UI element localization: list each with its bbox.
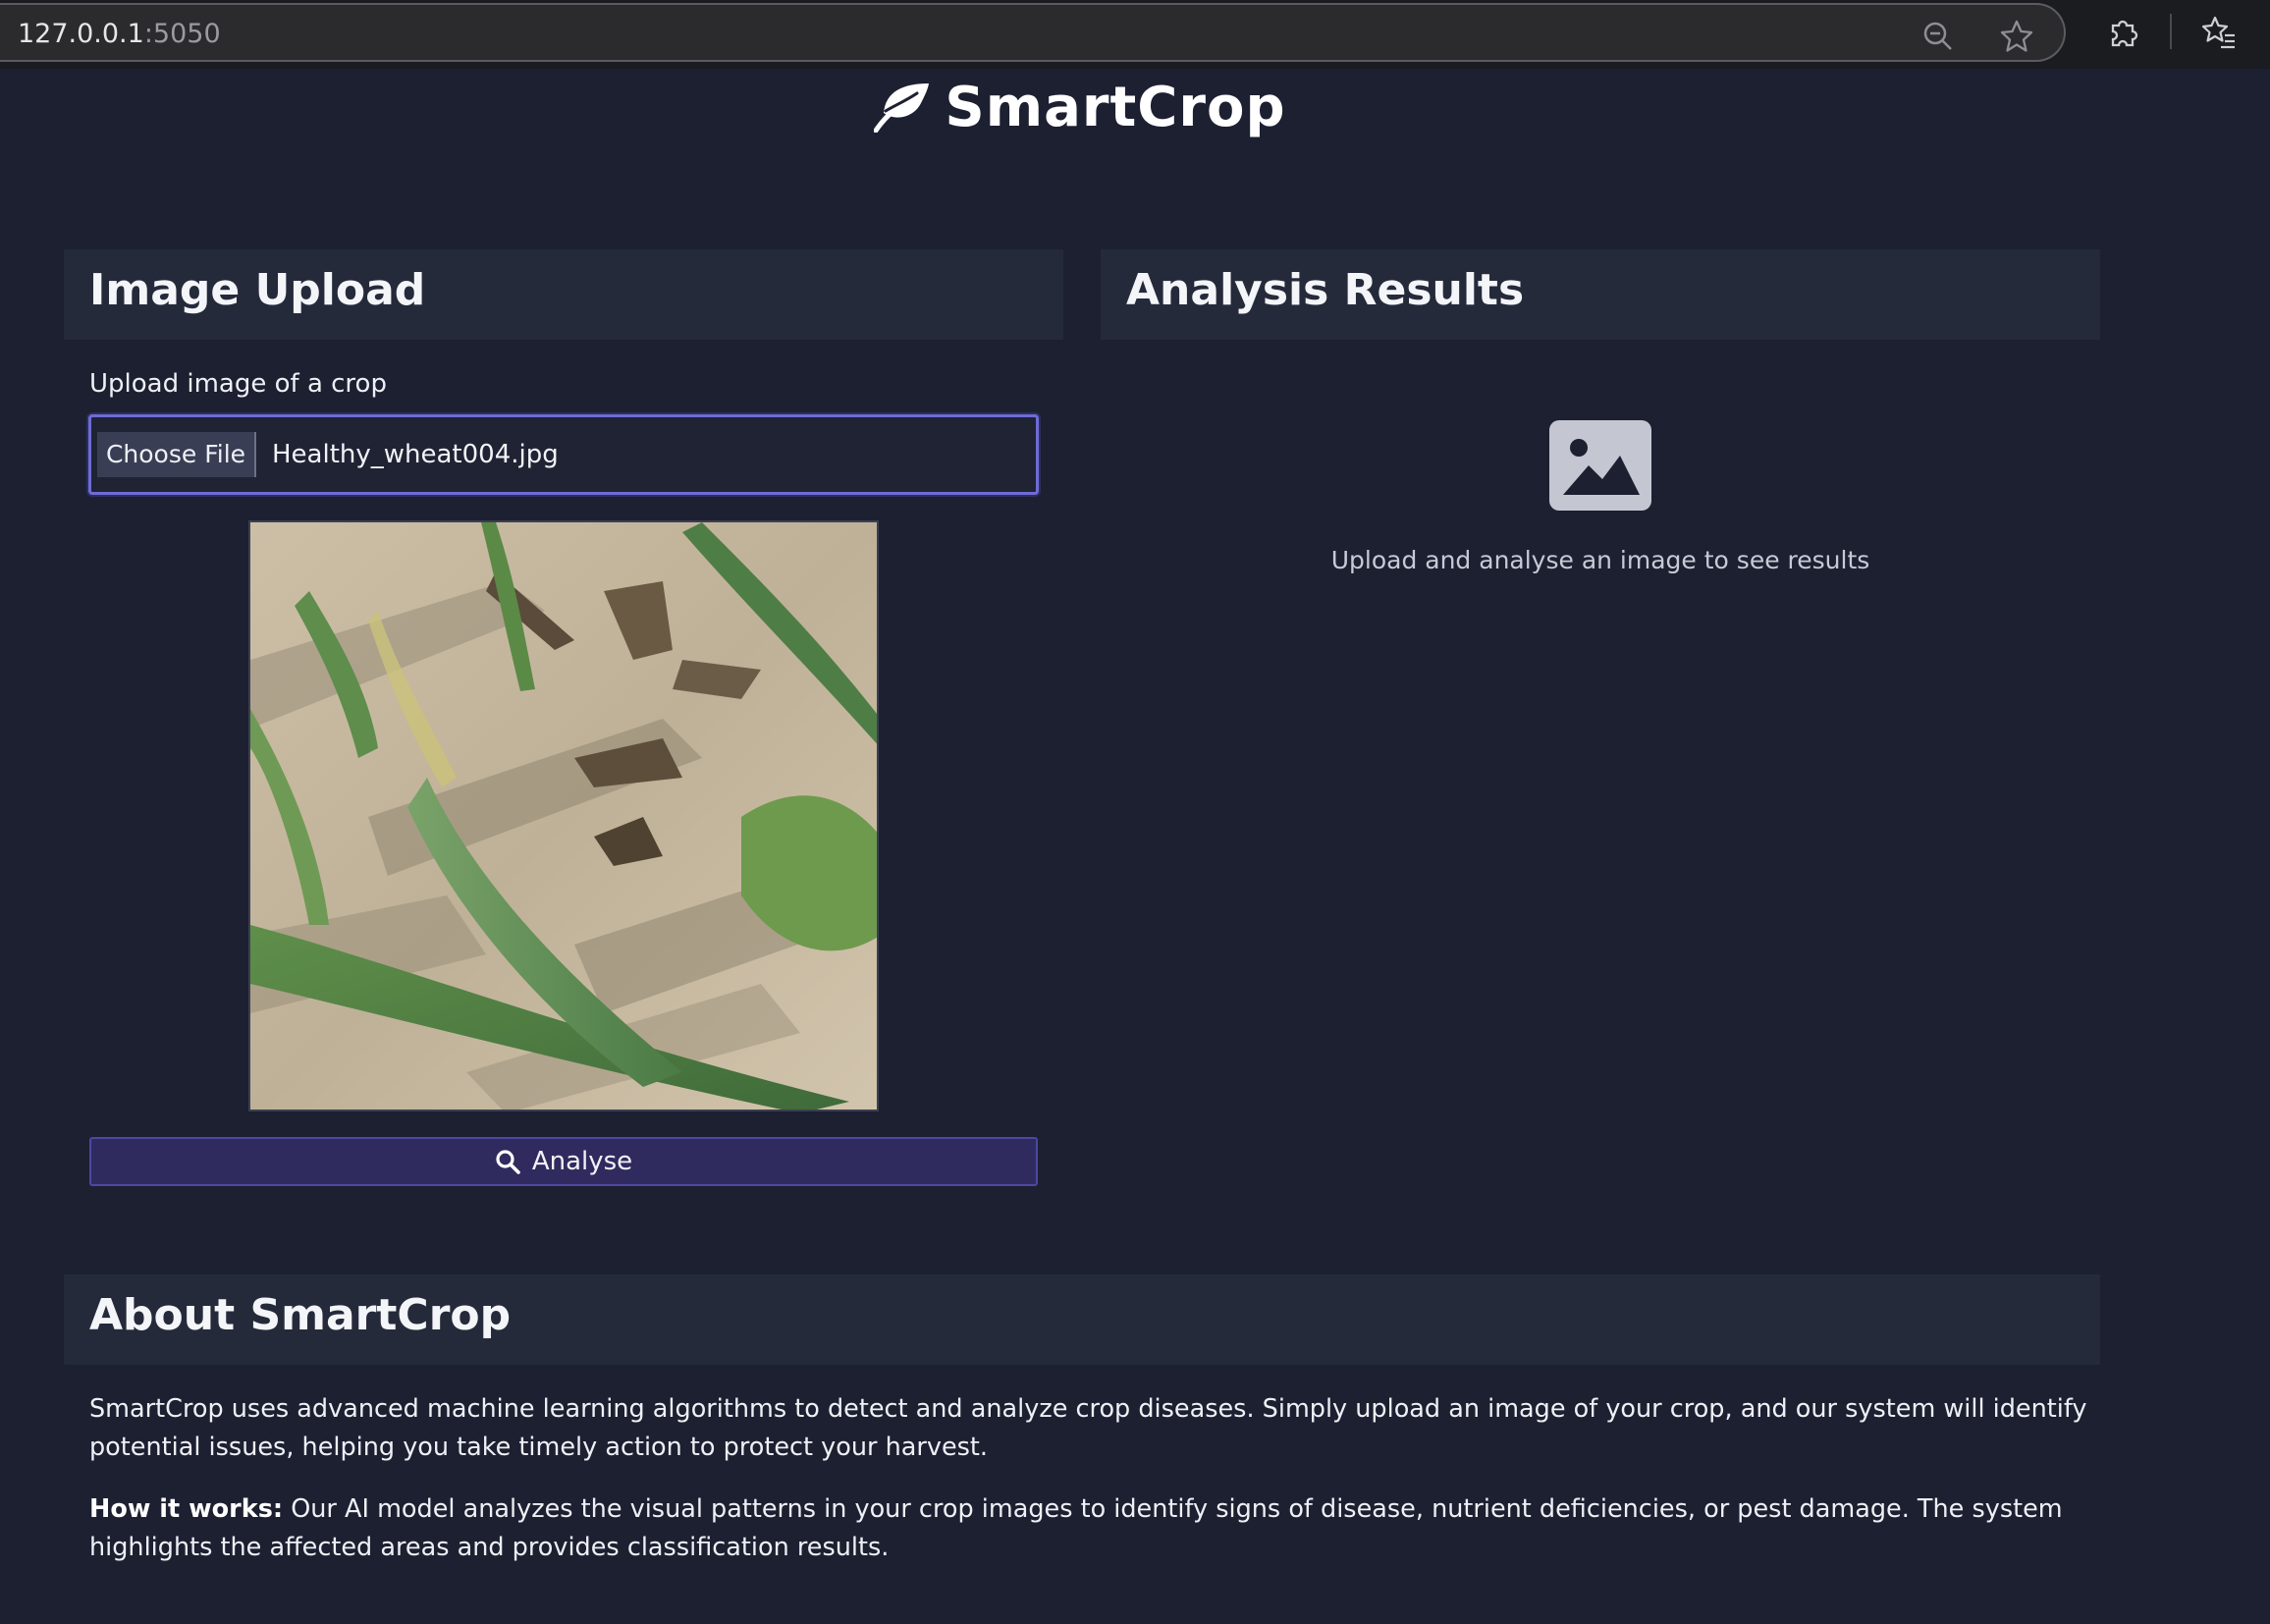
how-it-works-label: How it works: [89, 1494, 284, 1524]
how-it-works-text: Our AI model analyzes the visual pattern… [89, 1494, 2063, 1562]
about-title: About SmartCrop [89, 1290, 512, 1340]
file-input[interactable]: Choose File Healthy_wheat004.jpg [88, 414, 1039, 495]
uploaded-image-preview [248, 520, 879, 1111]
app-brand[interactable]: SmartCrop [0, 73, 2160, 141]
analyse-button[interactable]: Analyse [89, 1137, 1038, 1186]
results-placeholder-text: Upload and analyse an image to see resul… [1330, 546, 1870, 574]
analyse-button-label: Analyse [531, 1147, 633, 1176]
bookmarks-menu-icon[interactable] [2201, 14, 2237, 49]
about-description: SmartCrop uses advanced machine learning… [89, 1394, 2087, 1462]
image-upload-title: Image Upload [89, 265, 426, 315]
choose-file-button[interactable]: Choose File [97, 432, 256, 477]
browser-toolbar: 127.0.0.1:5050 [0, 0, 2270, 69]
bookmark-star-icon[interactable] [1999, 19, 2034, 54]
analysis-results-header: Analysis Results [1101, 249, 2100, 340]
toolbar-separator [2170, 14, 2172, 49]
image-icon [1549, 420, 1651, 511]
address-bar[interactable]: 127.0.0.1:5050 [0, 3, 2066, 62]
search-icon [496, 1150, 520, 1174]
crop-photo [250, 522, 877, 1110]
zoom-out-icon[interactable] [1920, 19, 1956, 54]
leaf-icon [874, 83, 930, 133]
extensions-icon[interactable] [2105, 14, 2140, 49]
analysis-results-title: Analysis Results [1126, 265, 1525, 315]
brand-name: SmartCrop [945, 75, 1286, 139]
image-upload-header: Image Upload [64, 249, 1063, 340]
selected-file-name: Healthy_wheat004.jpg [272, 440, 559, 469]
upload-field-label: Upload image of a crop [89, 369, 387, 399]
about-header: About SmartCrop [64, 1274, 2100, 1365]
url-text: 127.0.0.1:5050 [18, 19, 221, 49]
how-it-works-paragraph: How it works: Our AI model analyzes the … [89, 1490, 2112, 1567]
